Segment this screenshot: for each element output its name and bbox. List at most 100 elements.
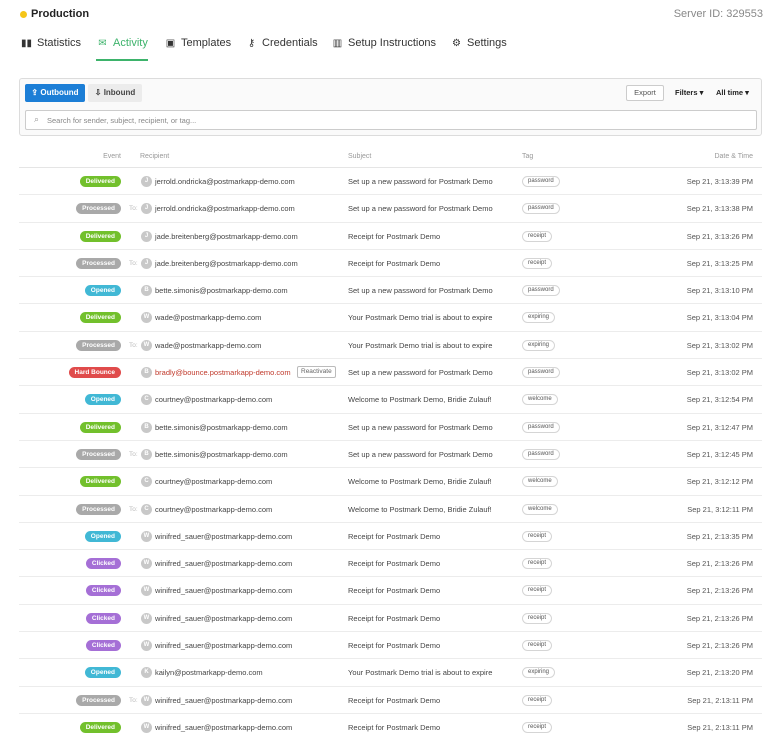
timestamp: Sep 21, 3:13:02 PM (686, 340, 753, 350)
timestamp: Sep 21, 3:13:25 PM (686, 258, 753, 268)
recipient-email[interactable]: winifred_sauer@postmarkapp-demo.com (155, 532, 292, 541)
table-row[interactable]: Hard Bounce Bbradly@bounce.postmarkapp-de… (19, 359, 762, 387)
tab-setup-instructions[interactable]: ▥ Setup Instructions (331, 37, 436, 61)
table-row[interactable]: Opened Bbette.simonis@postmarkapp-demo.co… (19, 277, 762, 305)
tag-badge: receipt (522, 694, 553, 706)
table-row[interactable]: Delivered Ccourtney@postmarkapp-demo.com W… (19, 468, 762, 496)
table-row[interactable]: Clicked Wwinifred_sauer@postmarkapp-demo.… (19, 605, 762, 633)
recipient-email[interactable]: courtney@postmarkapp-demo.com (155, 477, 272, 486)
column-header-datetime: Date & Time (714, 153, 753, 160)
tab-statistics[interactable]: ▮▮ Statistics (20, 37, 81, 61)
recipient-email[interactable]: winifred_sauer@postmarkapp-demo.com (155, 723, 292, 732)
recipient-email[interactable]: bradly@bounce.postmarkapp-demo.com (155, 368, 291, 377)
filters-dropdown[interactable]: Filters ▾ (675, 88, 703, 97)
table-row[interactable]: Processed To: Ccourtney@postmarkapp-demo.c… (19, 496, 762, 523)
tag-badge: receipt (522, 640, 553, 652)
table-row[interactable]: Clicked Wwinifred_sauer@postmarkapp-demo.… (19, 577, 762, 605)
recipient-email[interactable]: courtney@postmarkapp-demo.com (155, 395, 272, 404)
avatar: B (141, 448, 152, 460)
tab-templates[interactable]: ▣ Templates (164, 37, 231, 61)
inbound-button[interactable]: ⇩ Inbound (88, 84, 142, 102)
table-row[interactable]: Delivered Wwade@postmarkapp-demo.com Your … (19, 304, 762, 332)
tab-label: Statistics (37, 37, 82, 49)
event-badge: Opened (84, 394, 121, 406)
table-row[interactable]: Delivered Bbette.simonis@postmarkapp-demo… (19, 414, 762, 441)
export-button[interactable]: Export (626, 85, 664, 101)
subject-text: Welcome to Postmark Demo, Bridie Zulauf! (348, 395, 492, 405)
recipient-email[interactable]: jerrold.ondricka@postmarkapp-demo.com (155, 177, 295, 186)
recipient-email[interactable]: courtney@postmarkapp-demo.com (155, 505, 272, 514)
event-badge: Processed (76, 694, 121, 706)
table-row[interactable]: Delivered Wwinifred_sauer@postmarkapp-dem… (19, 714, 762, 739)
subject-text: Your Postmark Demo trial is about to exp… (348, 313, 493, 323)
avatar: C (141, 476, 152, 488)
to-label: To: (129, 259, 138, 267)
recipient-email[interactable]: bette.simonis@postmarkapp-demo.com (155, 450, 288, 459)
recipient-email[interactable]: bette.simonis@postmarkapp-demo.com (155, 423, 288, 432)
recipient-email[interactable]: jade.breitenberg@postmarkapp-demo.com (155, 259, 298, 268)
table-row[interactable]: Clicked Wwinifred_sauer@postmarkapp-demo.… (19, 632, 762, 660)
tab-credentials[interactable]: ⚷ Credentials (245, 37, 318, 61)
table-row[interactable]: Processed To: Wwade@postmarkapp-demo.com Yo… (19, 332, 762, 360)
recipient-email[interactable]: jade.breitenberg@postmarkapp-demo.com (155, 232, 298, 241)
table-row[interactable]: Processed To: Bbette.simonis@postmarkapp-d… (19, 441, 762, 469)
table-row[interactable]: Processed To: Wwinifred_sauer@postmarkapp-… (19, 687, 762, 714)
table-row[interactable]: Opened Ccourtney@postmarkapp-demo.com Welc… (19, 386, 762, 414)
recipient-email[interactable]: kailyn@postmarkapp-demo.com (155, 668, 263, 677)
recipient-email[interactable]: winifred_sauer@postmarkapp-demo.com (155, 696, 292, 705)
subject-text: Set up a new password for Postmark Demo (348, 204, 493, 214)
subject-text: Welcome to Postmark Demo, Bridie Zulauf! (348, 504, 492, 514)
timestamp: Sep 21, 2:13:11 PM (687, 695, 753, 705)
tag-badge: receipt (522, 585, 553, 597)
recipient-email[interactable]: jerrold.ondricka@postmarkapp-demo.com (155, 204, 295, 213)
to-label: To: (129, 450, 138, 458)
tag-badge: welcome (522, 503, 558, 515)
event-badge: Delivered (79, 176, 121, 187)
recipient-email[interactable]: winifred_sauer@postmarkapp-demo.com (155, 614, 292, 623)
search-input[interactable] (47, 113, 737, 127)
table-row[interactable]: Clicked Wwinifred_sauer@postmarkapp-demo.… (19, 550, 762, 578)
event-badge: Delivered (79, 476, 121, 488)
time-range-dropdown[interactable]: All time ▾ (716, 88, 749, 97)
tag-badge: password (522, 367, 560, 379)
column-header-recipient: Recipient (140, 153, 170, 160)
outbound-label: Outbound (40, 88, 79, 97)
tag-badge: password (522, 176, 560, 187)
recipient-email[interactable]: winifred_sauer@postmarkapp-demo.com (155, 559, 292, 568)
environment-name[interactable]: Production (31, 8, 89, 20)
tab-activity[interactable]: ✉ Activity (96, 37, 148, 61)
recipient-email[interactable]: bette.simonis@postmarkapp-demo.com (155, 286, 288, 295)
recipient-email[interactable]: wade@postmarkapp-demo.com (155, 313, 261, 322)
tag-badge: expiring (522, 667, 556, 679)
key-icon: ⚷ (247, 38, 256, 49)
recipient-email[interactable]: winifred_sauer@postmarkapp-demo.com (155, 586, 292, 595)
avatar: B (141, 285, 152, 297)
search-box[interactable]: ⌕ (25, 110, 757, 130)
tab-settings[interactable]: ⚙ Settings (450, 37, 507, 61)
timestamp: Sep 21, 2:13:26 PM (686, 641, 753, 651)
top-bar: Production Server ID: 329553 (0, 0, 783, 28)
table-row[interactable]: Delivered Jjerrold.ondricka@postmarkapp-d… (19, 168, 762, 196)
gear-icon: ⚙ (452, 38, 461, 49)
to-label: To: (129, 505, 138, 513)
tag-badge: receipt (522, 558, 553, 570)
recipient-email[interactable]: winifred_sauer@postmarkapp-demo.com (155, 641, 292, 650)
tag-badge: expiring (522, 339, 556, 351)
table-row[interactable]: Opened Kkailyn@postmarkapp-demo.com Your P… (19, 659, 762, 687)
tag-badge: welcome (522, 476, 558, 488)
recipient-email[interactable]: wade@postmarkapp-demo.com (155, 341, 261, 350)
reactivate-button[interactable]: Reactivate (297, 366, 336, 379)
table-row[interactable]: Delivered Jjade.breitenberg@postmarkapp-d… (19, 223, 762, 250)
table-row[interactable]: Opened Wwinifred_sauer@postmarkapp-demo.c… (19, 523, 762, 551)
avatar: C (141, 394, 152, 406)
avatar: W (141, 585, 152, 597)
event-badge: Hard Bounce (68, 367, 121, 379)
table-row[interactable]: Processed To: Jjade.breitenberg@postmarkap… (19, 250, 762, 278)
event-badge: Processed (76, 203, 121, 215)
to-label: To: (129, 341, 138, 349)
envelope-icon: ✉ (98, 38, 107, 49)
outbound-button[interactable]: ⇪ Outbound (25, 84, 85, 102)
table-row[interactable]: Processed To: Jjerrold.ondricka@postmarkap… (19, 195, 762, 223)
event-badge: Processed (76, 503, 121, 515)
event-badge: Clicked (85, 558, 121, 570)
